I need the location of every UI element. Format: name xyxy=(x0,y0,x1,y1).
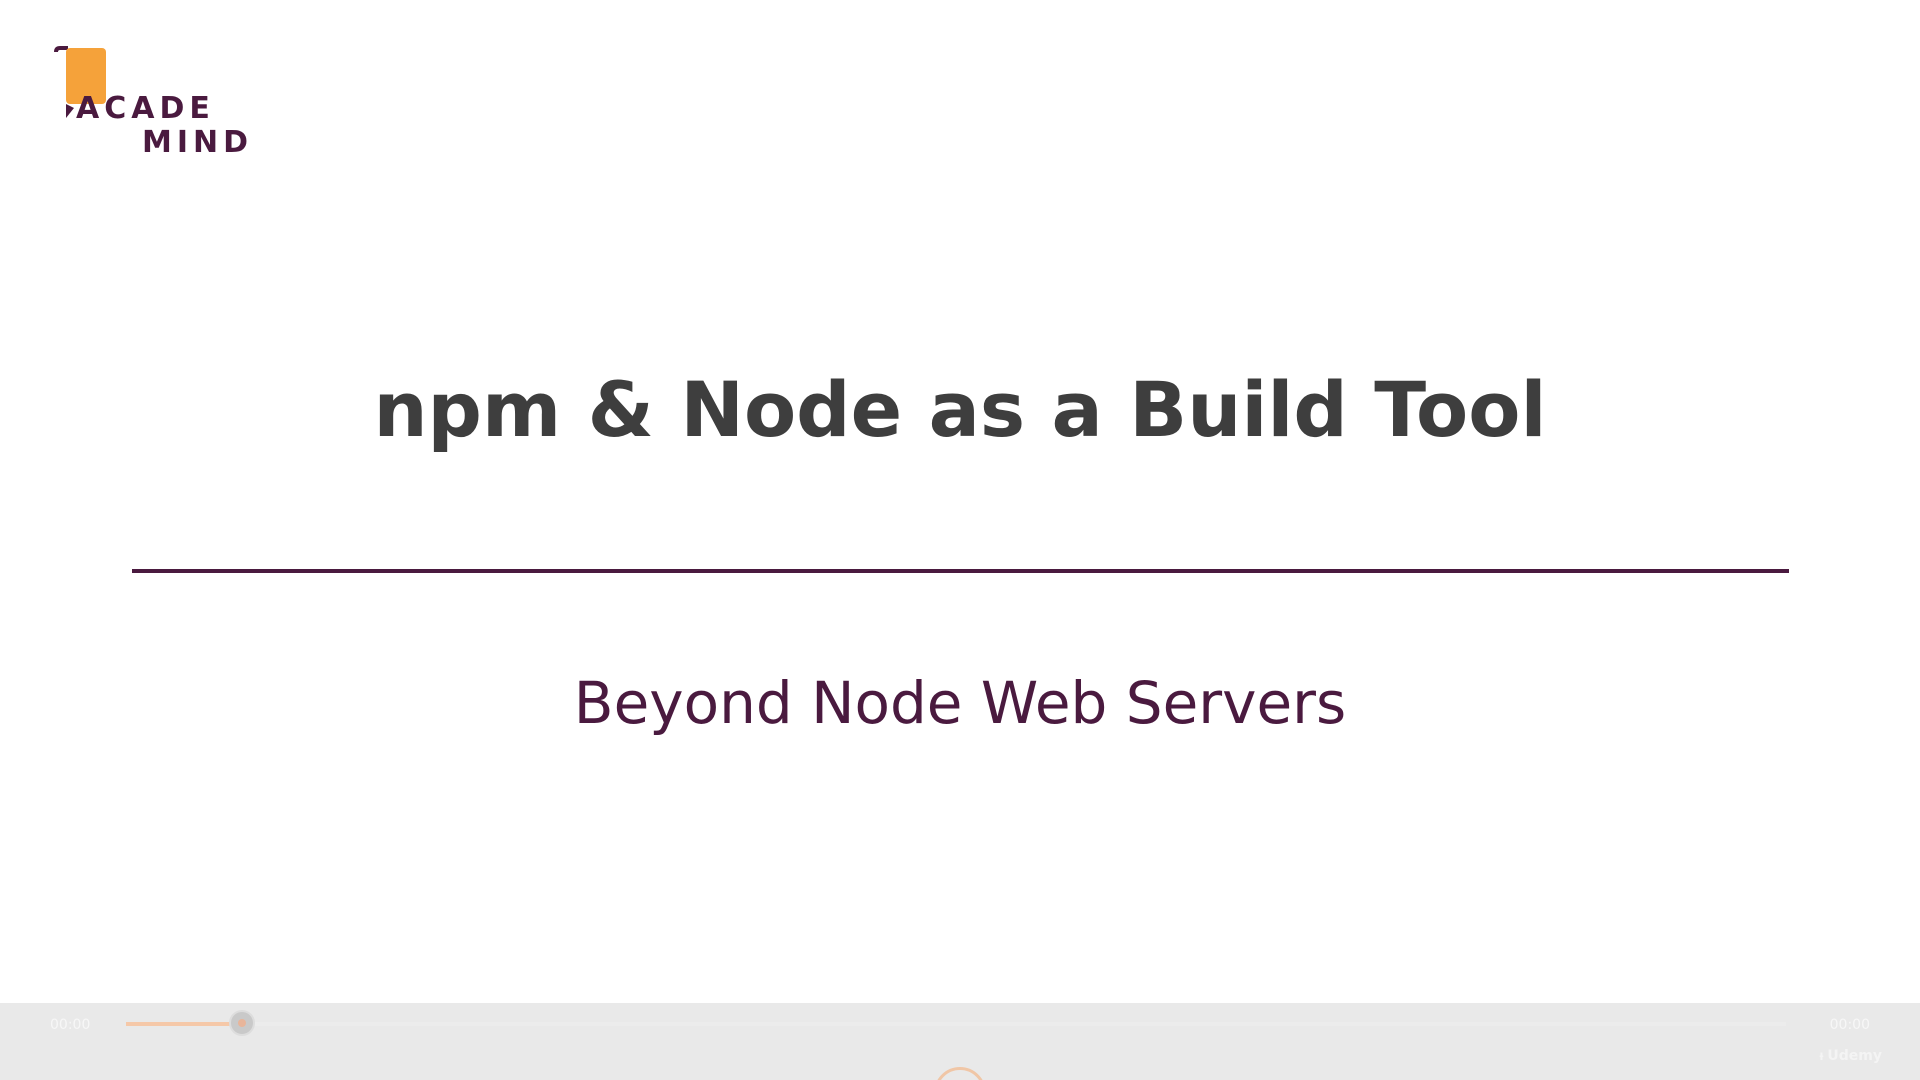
logo-text-line1: ACADE xyxy=(76,91,215,126)
slide-subtitle: Beyond Node Web Servers xyxy=(573,669,1347,737)
progress-bar[interactable] xyxy=(126,1010,1786,1036)
progress-fill xyxy=(126,1022,242,1026)
video-player-controls: 00:00 00:00 ᵼ Udemy xyxy=(0,1003,1920,1080)
logo-text-line2: MIND xyxy=(142,125,254,160)
divider xyxy=(132,569,1789,573)
slide-title: npm & Node as a Build Tool xyxy=(373,365,1547,454)
academind-logo: ACADE MIND xyxy=(54,46,254,160)
time-elapsed: 00:00 xyxy=(50,1017,91,1033)
progress-knob[interactable] xyxy=(229,1010,255,1036)
udemy-watermark: ᵼ Udemy xyxy=(1820,1047,1883,1064)
slide: ACADE MIND npm & Node as a Build Tool Be… xyxy=(0,0,1920,1080)
play-button[interactable] xyxy=(934,1067,986,1080)
watermark-label: Udemy xyxy=(1827,1048,1882,1064)
time-total: 00:00 xyxy=(1829,1017,1870,1033)
udemy-logo-icon: ᵼ xyxy=(1819,1048,1824,1064)
